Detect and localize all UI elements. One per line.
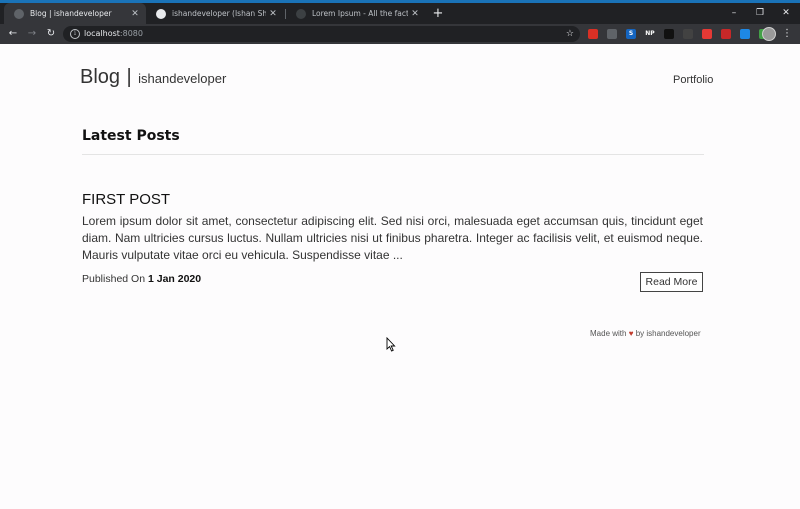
menu-kebab-icon[interactable]: ⋮	[782, 24, 792, 44]
tab-blog[interactable]: Blog | ishandeveloper ✕	[4, 3, 146, 24]
post-excerpt: Lorem ipsum dolor sit amet, consectetur …	[82, 214, 703, 262]
section-title: Latest Posts	[82, 128, 180, 144]
site-brand[interactable]: Blog | ishandeveloper	[80, 66, 226, 89]
ext-dropbox-icon[interactable]	[740, 29, 750, 39]
close-tab-icon[interactable]: ✕	[266, 9, 280, 19]
arrow-left-icon: ←	[8, 28, 18, 39]
profile-avatar[interactable]	[762, 27, 776, 41]
tab-title: Lorem Ipsum - All the facts - Lips	[312, 9, 408, 18]
browser-toolbar: ← → ↻ i localhost:8080 ☆ S NP ⋮	[0, 24, 800, 44]
ext-np-icon[interactable]: NP	[645, 29, 655, 39]
site-footer: Made with ♥ by ishandeveloper	[590, 329, 701, 338]
address-bar[interactable]: i localhost:8080 ☆	[63, 26, 580, 42]
tab-github[interactable]: ishandeveloper (Ishan Sharma) ✕	[146, 3, 284, 24]
heart-icon: ♥	[628, 329, 634, 338]
brand-sub: ishandeveloper	[138, 71, 227, 86]
tab-title: Blog | ishandeveloper	[30, 9, 112, 18]
globe-icon	[14, 8, 24, 19]
reload-button[interactable]: ↻	[43, 24, 59, 44]
brand-separator: |	[126, 66, 132, 88]
tab-lorem-ipsum[interactable]: Lorem Ipsum - All the facts - Lips ✕	[286, 3, 426, 24]
ext-figure-icon[interactable]	[721, 29, 731, 39]
page-content: Blog | ishandeveloper Portfolio Latest P…	[0, 44, 800, 509]
mouse-cursor-icon	[386, 337, 396, 352]
nav-portfolio-link[interactable]: Portfolio	[673, 74, 713, 86]
github-icon	[156, 8, 166, 19]
ext-robot-icon[interactable]	[683, 29, 693, 39]
forward-button[interactable]: →	[24, 24, 40, 44]
ext-flag-icon[interactable]	[702, 29, 712, 39]
ext-cat-icon[interactable]	[664, 29, 674, 39]
section-divider	[82, 154, 704, 155]
ext-red-icon[interactable]	[588, 29, 598, 39]
footer-by: by ishandeveloper	[635, 329, 701, 338]
ext-keep-icon[interactable]	[607, 29, 617, 39]
address-port: :8080	[119, 29, 143, 38]
new-tab-button[interactable]: +	[430, 3, 446, 24]
address-host: localhost	[84, 29, 120, 38]
published-date: 1 Jan 2020	[147, 273, 202, 285]
tab-strip: Blog | ishandeveloper ✕ ishandeveloper (…	[0, 3, 800, 24]
tab-title: ishandeveloper (Ishan Sharma)	[172, 9, 266, 18]
minimize-button[interactable]: –	[721, 3, 747, 24]
footer-made-with: Made with	[590, 329, 627, 338]
read-more-button[interactable]: Read More	[640, 272, 703, 292]
brand-main: Blog	[80, 66, 121, 88]
reload-icon: ↻	[46, 28, 56, 39]
restore-button[interactable]: ❐	[747, 3, 773, 24]
back-button[interactable]: ←	[5, 24, 21, 44]
bookmark-star-icon[interactable]: ☆	[566, 26, 574, 42]
close-window-button[interactable]: ✕	[773, 3, 799, 24]
address-url[interactable]: localhost:8080	[84, 26, 143, 42]
info-icon[interactable]: i	[70, 29, 80, 39]
arrow-right-icon: →	[27, 28, 37, 39]
ext-s-icon[interactable]: S	[626, 29, 636, 39]
published-label: Published On	[82, 273, 146, 285]
post-title[interactable]: FIRST POST	[82, 191, 170, 208]
page-icon	[296, 8, 306, 19]
post-published: Published On 1 Jan 2020	[82, 273, 201, 285]
close-tab-icon[interactable]: ✕	[408, 9, 422, 19]
close-tab-icon[interactable]: ✕	[128, 9, 142, 19]
